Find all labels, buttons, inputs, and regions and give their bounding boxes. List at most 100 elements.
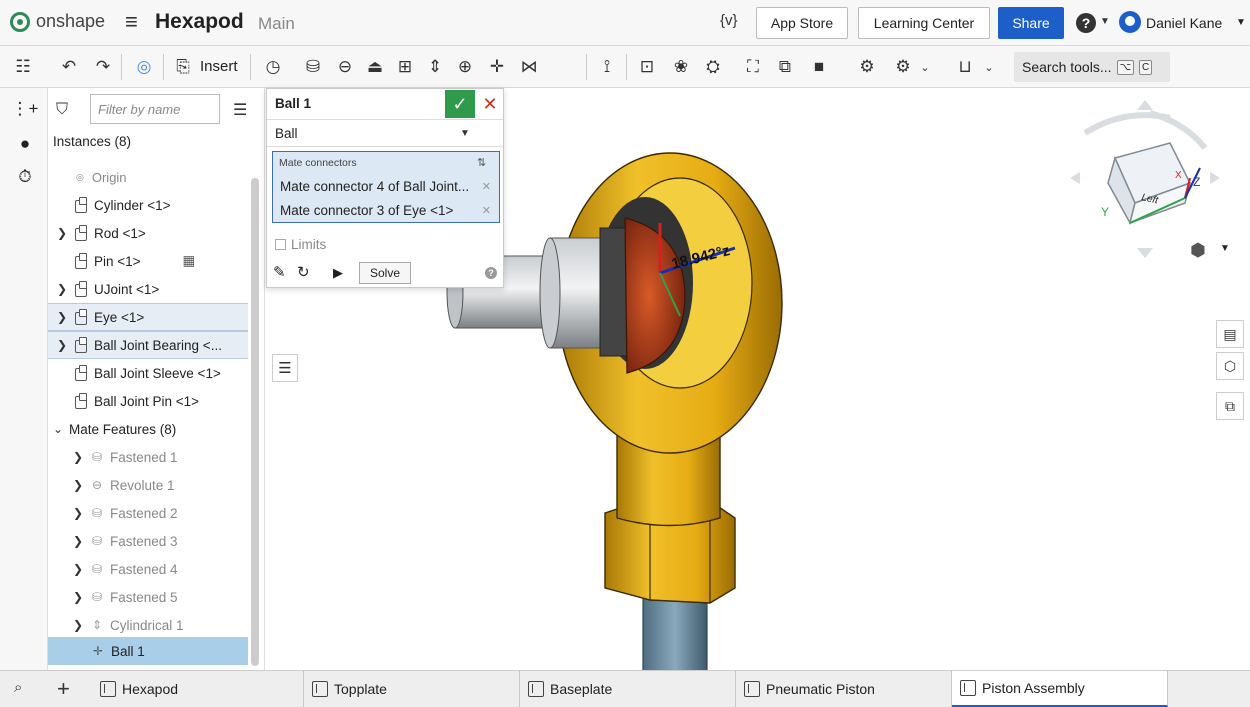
- history-icon[interactable]: ⏱: [14, 166, 36, 188]
- ball-mate-icon[interactable]: ✛: [486, 56, 508, 78]
- undo-icon[interactable]: ↶: [58, 56, 80, 78]
- tab-baseplate[interactable]: Baseplate: [520, 671, 736, 707]
- instance-row-selected[interactable]: ❯ Ball Joint Bearing <...: [48, 331, 248, 359]
- filter-input[interactable]: [90, 94, 220, 124]
- pin-slot-mate-icon[interactable]: ⊕: [454, 56, 476, 78]
- tab-pneumatic-piston[interactable]: Pneumatic Piston: [736, 671, 952, 707]
- feature-list-icon[interactable]: ☰: [272, 354, 298, 382]
- cylindrical-mate-icon[interactable]: ⇕: [424, 56, 446, 78]
- tab-topplate[interactable]: Topplate: [304, 671, 520, 707]
- linear-pattern-icon[interactable]: ⧉: [774, 56, 796, 78]
- instance-row[interactable]: Ball Joint Pin <1>: [56, 387, 256, 415]
- mate-name-field[interactable]: Ball 1: [275, 96, 311, 111]
- instance-row[interactable]: Cylinder <1>: [56, 191, 256, 219]
- animate-rotate-icon[interactable]: ↻: [297, 263, 310, 281]
- mate-connector-item[interactable]: Mate connector 3 of Eye <1> ✕: [275, 198, 497, 222]
- feature-list-toggle-icon[interactable]: ☷: [12, 56, 34, 78]
- chevron-right-icon[interactable]: ❯: [56, 282, 68, 296]
- onshape-logo[interactable]: onshape: [10, 11, 105, 32]
- group-icon[interactable]: ❀: [670, 56, 692, 78]
- help-icon[interactable]: ?: [1076, 13, 1096, 33]
- user-avatar[interactable]: [1119, 11, 1141, 33]
- relations-dropdown-icon[interactable]: ⌄: [914, 56, 936, 78]
- remove-icon[interactable]: ✕: [482, 204, 491, 217]
- pattern-icon[interactable]: ⛶: [742, 56, 764, 78]
- replicate-icon[interactable]: ⛭: [702, 56, 724, 78]
- share-button[interactable]: Share: [998, 7, 1064, 39]
- list-view-icon[interactable]: ☰: [233, 100, 247, 120]
- mate-features-header[interactable]: ⌄ Mate Features (8): [52, 415, 252, 443]
- tab-hexapod[interactable]: Hexapod: [92, 671, 304, 707]
- mate-row[interactable]: ❯ ⊖ Revolute 1: [72, 471, 264, 499]
- origin-row[interactable]: ◎ Origin: [76, 163, 264, 191]
- tab-piston-assembly[interactable]: Piston Assembly: [952, 671, 1168, 707]
- chevron-right-icon[interactable]: ❯: [72, 450, 84, 464]
- clock-icon[interactable]: ◎: [133, 56, 155, 78]
- fastened-mate-icon[interactable]: ⛁: [302, 56, 324, 78]
- search-tools-button[interactable]: Search tools... ⌥ C: [1014, 52, 1170, 82]
- learning-center-button[interactable]: Learning Center: [858, 7, 990, 39]
- accept-button[interactable]: ✓: [445, 90, 475, 118]
- mate-row[interactable]: ❯ ⇕ Cylindrical 1: [72, 611, 264, 639]
- slider-mate-icon[interactable]: ⏏: [364, 56, 386, 78]
- pin-icon[interactable]: ✎: [273, 263, 286, 281]
- chevron-down-icon[interactable]: ⌄: [52, 422, 64, 436]
- tab-manager-icon[interactable]: ⌕: [14, 679, 22, 696]
- instance-row-selected[interactable]: ❯ Eye <1>: [48, 303, 248, 331]
- revolute-mate-icon[interactable]: ⊖: [334, 56, 356, 78]
- relations-icon[interactable]: ⚙: [892, 56, 914, 78]
- mate-connector-item[interactable]: Mate connector 4 of Ball Joint... ✕: [275, 174, 497, 198]
- chevron-right-icon[interactable]: ❯: [72, 506, 84, 520]
- chevron-right-icon[interactable]: ❯: [72, 562, 84, 576]
- instance-row[interactable]: Ball Joint Sleeve <1>: [56, 359, 256, 387]
- mate-row[interactable]: ❯ ⛁ Fastened 4: [72, 555, 264, 583]
- chevron-right-icon[interactable]: ❯: [72, 534, 84, 548]
- mate-row[interactable]: ❯ ⛁ Fastened 2: [72, 499, 264, 527]
- filter-icon[interactable]: ⛉: [56, 101, 68, 119]
- chevron-right-icon[interactable]: ❯: [56, 310, 68, 324]
- flip-order-icon[interactable]: ⇅: [477, 156, 486, 169]
- chevron-right-icon[interactable]: ❯: [72, 618, 84, 632]
- parts-list-icon[interactable]: ▤: [1216, 320, 1244, 348]
- mate-row-active[interactable]: ✛ Ball 1: [48, 637, 248, 665]
- instance-row[interactable]: ❯ Rod <1>: [56, 219, 256, 247]
- document-title[interactable]: Hexapod: [155, 10, 244, 34]
- chevron-right-icon[interactable]: ❯: [56, 226, 68, 240]
- user-caret-icon[interactable]: ▼: [1236, 17, 1246, 28]
- parallel-mate-icon[interactable]: ⋈: [518, 56, 540, 78]
- app-store-button[interactable]: App Store: [756, 7, 848, 39]
- view-cube[interactable]: Left Z Y X ⬢: [1070, 100, 1220, 261]
- measure-icon[interactable]: ⊔: [954, 56, 976, 78]
- measure-dropdown-icon[interactable]: ⌄: [978, 56, 1000, 78]
- gear-relation-icon[interactable]: ⚙: [856, 56, 878, 78]
- redo-icon[interactable]: ↷: [92, 56, 114, 78]
- help-caret-icon[interactable]: ▼: [1100, 16, 1110, 27]
- user-name[interactable]: Daniel Kane: [1146, 15, 1222, 31]
- cancel-button[interactable]: ✕: [479, 92, 501, 116]
- chevron-right-icon[interactable]: ❯: [72, 590, 84, 604]
- mate-connector-icon[interactable]: ⊡: [636, 56, 658, 78]
- chevron-right-icon[interactable]: ❯: [72, 478, 84, 492]
- tangent-mate-icon[interactable]: ⟟: [596, 56, 618, 78]
- limits-checkbox[interactable]: Limits: [275, 237, 326, 252]
- instance-row[interactable]: ❯ UJoint <1>: [56, 275, 256, 303]
- insert-icon[interactable]: ⎘: [172, 56, 194, 78]
- solve-button[interactable]: Solve: [359, 262, 411, 284]
- chevron-right-icon[interactable]: ❯: [56, 338, 68, 352]
- insert-instance-icon[interactable]: ⋮+: [12, 98, 39, 120]
- add-tab-icon[interactable]: +: [57, 676, 70, 702]
- mate-type-dropdown[interactable]: Ball ▼: [267, 119, 503, 147]
- instance-row[interactable]: Pin <1> ▦: [56, 247, 256, 275]
- explode-icon[interactable]: ■: [808, 56, 830, 78]
- view-options-caret-icon[interactable]: ▼: [1220, 243, 1230, 254]
- time-icon[interactable]: ◷: [262, 56, 284, 78]
- bill-of-materials-icon[interactable]: ⧉: [1216, 392, 1244, 420]
- planar-mate-icon[interactable]: ⊞: [394, 56, 416, 78]
- help-icon[interactable]: ?: [485, 267, 497, 279]
- hidden-part-icon[interactable]: ▦: [183, 253, 196, 269]
- menu-icon[interactable]: ≡: [125, 11, 138, 33]
- comment-icon[interactable]: ●: [14, 133, 36, 155]
- branch-name[interactable]: Main: [258, 14, 295, 34]
- appearance-icon[interactable]: ⬡: [1216, 352, 1244, 380]
- variables-icon[interactable]: {v}: [720, 12, 738, 29]
